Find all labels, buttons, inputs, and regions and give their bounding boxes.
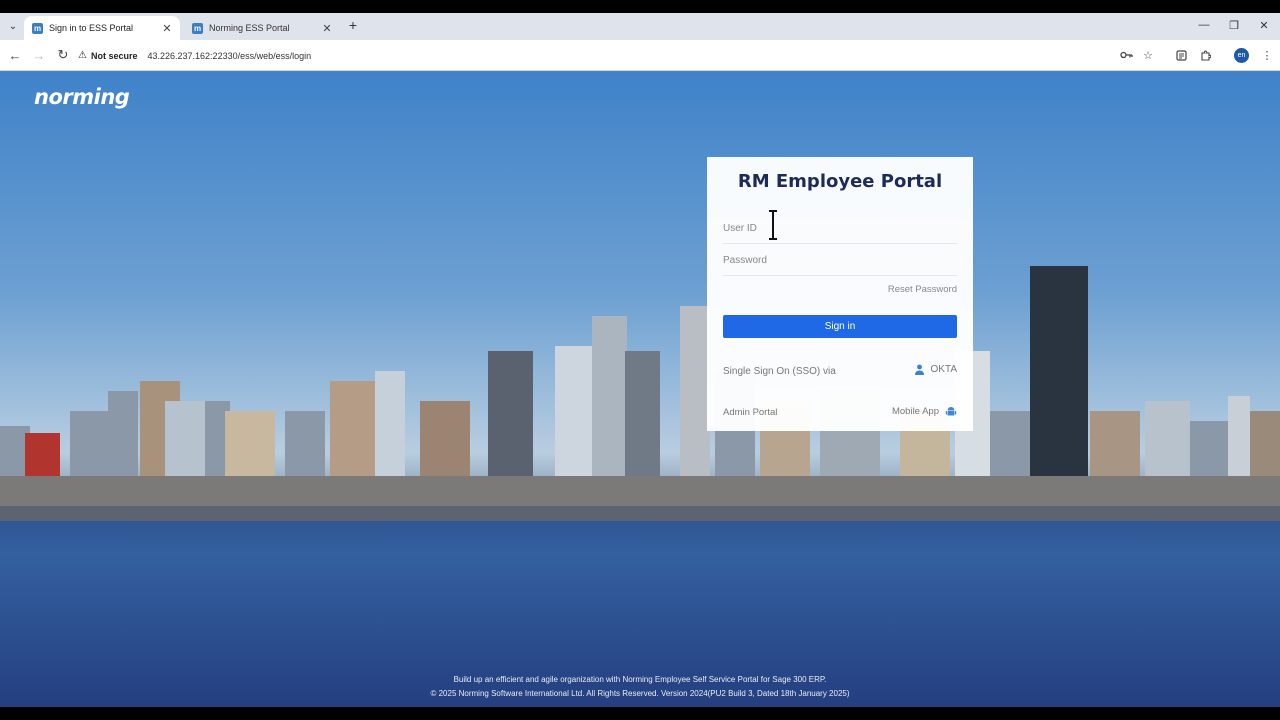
tab-sign-in[interactable]: m Sign in to ESS Portal ✕: [24, 16, 180, 40]
person-icon: [914, 364, 924, 375]
reload-icon[interactable]: ↻: [55, 47, 71, 63]
menu-kebab-icon[interactable]: ⋮: [1260, 48, 1274, 62]
footer-copyright: © 2025 Norming Software International Lt…: [430, 689, 850, 698]
close-tab-icon[interactable]: ✕: [320, 21, 334, 35]
footer-tagline: Build up an efficient and agile organiza…: [453, 675, 827, 684]
warning-triangle-icon[interactable]: ⚠: [78, 50, 87, 61]
login-card: RM Employee Portal Reset Password Sign i…: [707, 157, 973, 431]
okta-label: OKTA: [930, 364, 957, 375]
reset-password-link[interactable]: Reset Password: [888, 284, 957, 295]
close-window-icon[interactable]: ✕: [1256, 17, 1272, 33]
norming-logo: norming: [34, 85, 130, 109]
screen-bottom-border: [0, 707, 1280, 720]
url-text[interactable]: 43.226.237.162:22330/ess/web/ess/login: [148, 51, 312, 61]
minimize-icon[interactable]: —: [1196, 17, 1212, 33]
page-title: RM Employee Portal: [737, 171, 943, 192]
tab-favicon-icon: m: [32, 22, 43, 34]
profile-avatar[interactable]: en: [1234, 48, 1249, 63]
text-cursor-icon: [769, 210, 777, 240]
tab-favicon-icon: m: [192, 22, 203, 34]
user-id-input[interactable]: [723, 214, 957, 244]
android-icon: [945, 407, 957, 416]
tab-norming-portal[interactable]: m Norming ESS Portal ✕: [184, 16, 340, 40]
city-skyline-image: [0, 266, 1280, 521]
tab-strip: ⌄ m Sign in to ESS Portal ✕ m Norming ES…: [0, 13, 1280, 40]
mobile-app-label: Mobile App: [891, 405, 939, 417]
extensions-puzzle-icon[interactable]: [1198, 48, 1212, 62]
address-bar: ← → ↻ ⚠ Not secure 43.226.237.162:22330/…: [0, 40, 1280, 71]
tab-title: Sign in to ESS Portal: [49, 23, 134, 33]
sign-in-button[interactable]: Sign in: [723, 315, 957, 338]
sso-label: Single Sign On (SSO) via: [723, 366, 836, 377]
new-tab-plus-icon[interactable]: +: [345, 17, 361, 33]
okta-sso-link[interactable]: OKTA: [914, 364, 957, 375]
login-page: norming RM Employee Portal Reset Passwor…: [0, 71, 1280, 707]
restore-icon[interactable]: ❐: [1226, 17, 1242, 33]
back-arrow-icon[interactable]: ←: [7, 47, 23, 63]
url-field[interactable]: ⚠ Not secure 43.226.237.162:22330/ess/we…: [78, 44, 1168, 67]
admin-portal-link[interactable]: Admin Portal: [723, 407, 777, 418]
security-status[interactable]: Not secure: [91, 51, 138, 61]
forward-arrow-icon[interactable]: →: [31, 47, 47, 63]
reading-list-icon[interactable]: [1174, 48, 1188, 62]
tab-title: Norming ESS Portal: [209, 23, 290, 33]
screen-top-border: [0, 0, 1280, 13]
bookmark-star-icon[interactable]: ☆: [1141, 48, 1155, 62]
close-tab-icon[interactable]: ✕: [160, 21, 174, 35]
mobile-app-link[interactable]: Mobile App: [892, 405, 957, 417]
password-key-icon[interactable]: [1119, 48, 1133, 62]
password-input[interactable]: [723, 246, 957, 276]
tab-search-chevron-icon[interactable]: ⌄: [4, 17, 22, 35]
